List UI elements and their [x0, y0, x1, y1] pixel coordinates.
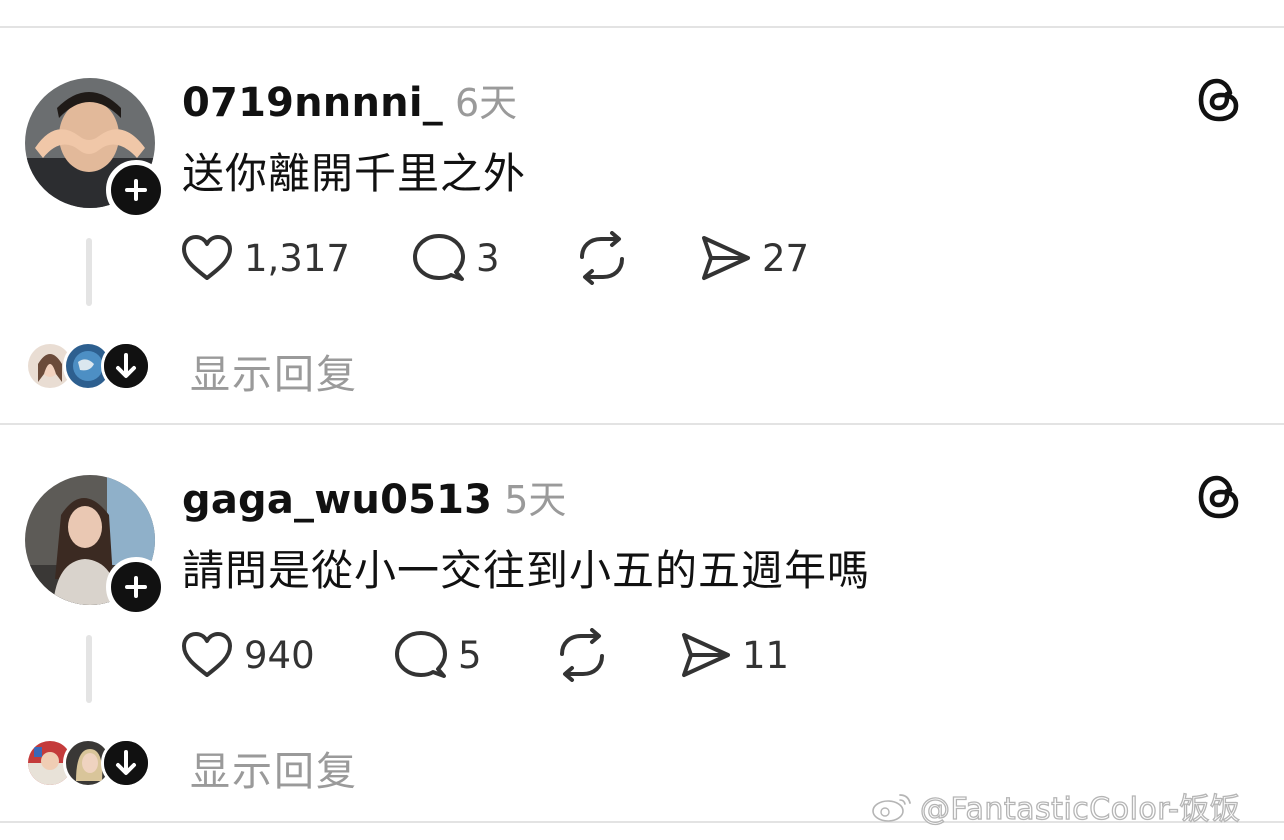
show-replies-link[interactable]: 显示回复	[190, 342, 358, 400]
follow-button[interactable]	[106, 160, 166, 220]
watermark-text: @FantasticColor-饭饭	[919, 791, 1241, 827]
comment-bubble-icon	[413, 234, 465, 281]
like-count: 1,317	[244, 236, 350, 280]
action-bar: 940 5 11	[180, 625, 880, 685]
post-card-1: 0719nnnni_ 6天 送你離開千里之外 1,317 3 27 显示回复	[0, 28, 1284, 424]
arrow-down-icon	[104, 344, 148, 388]
comment-count: 3	[476, 236, 500, 280]
post-card-2: gaga_wu0513 5天 請問是從小一交往到小五的五週年嗎 940 5 11…	[0, 425, 1284, 821]
like-button[interactable]: 1,317	[180, 228, 350, 288]
weibo-logo-icon	[872, 794, 911, 822]
action-bar: 1,317 3 27	[180, 228, 880, 288]
share-button[interactable]: 27	[700, 228, 809, 288]
comment-bubble-icon	[395, 631, 447, 678]
timestamp: 6天	[454, 81, 518, 125]
timestamp: 5天	[504, 478, 567, 522]
threads-logo-icon[interactable]	[1196, 473, 1244, 521]
post-text: 送你離開千里之外	[182, 149, 527, 198]
share-count: 11	[742, 633, 790, 677]
follow-button[interactable]	[106, 557, 166, 617]
username[interactable]: gaga_wu0513	[182, 477, 492, 523]
post-text: 請問是從小一交往到小五的五週年嗎	[182, 546, 871, 595]
post-header: gaga_wu0513 5天	[182, 469, 566, 525]
expand-replies-button[interactable]	[101, 738, 151, 788]
threads-logo-icon[interactable]	[1196, 76, 1244, 124]
show-replies-link[interactable]: 显示回复	[190, 739, 358, 797]
thread-line	[86, 238, 92, 306]
thread-line	[86, 635, 92, 703]
comment-count: 5	[458, 633, 482, 677]
replies-preview[interactable]: 显示回复	[25, 338, 725, 398]
heart-icon	[182, 235, 232, 280]
like-count: 940	[244, 633, 315, 677]
repost-icon	[580, 231, 624, 285]
plus-icon	[125, 179, 147, 201]
username[interactable]: 0719nnnni_	[182, 80, 443, 126]
share-count: 27	[762, 236, 810, 280]
paper-plane-icon	[682, 633, 730, 677]
expand-replies-button[interactable]	[101, 341, 151, 391]
like-button[interactable]: 940	[180, 625, 315, 685]
post-header: 0719nnnni_ 6天	[182, 72, 517, 128]
repost-icon	[560, 628, 604, 682]
share-button[interactable]: 11	[680, 625, 789, 685]
paper-plane-icon	[702, 236, 750, 280]
heart-icon	[182, 632, 232, 677]
arrow-down-icon	[104, 741, 148, 785]
comment-button[interactable]: 5	[394, 625, 482, 685]
plus-icon	[125, 576, 147, 598]
repost-button[interactable]	[574, 228, 630, 288]
comment-button[interactable]: 3	[412, 228, 500, 288]
replies-preview[interactable]: 显示回复	[25, 735, 725, 795]
repost-button[interactable]	[554, 625, 610, 685]
watermark: @FantasticColor-饭饭	[870, 786, 1241, 828]
